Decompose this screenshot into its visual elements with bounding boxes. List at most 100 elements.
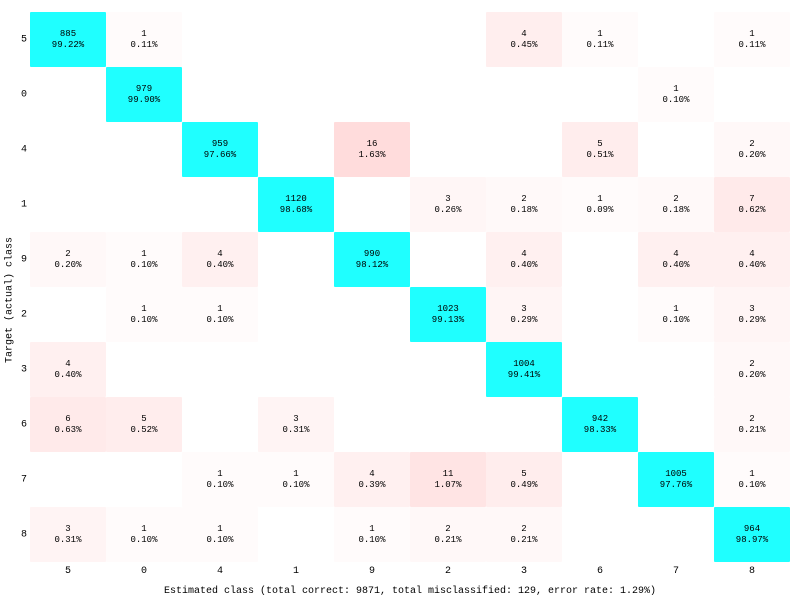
cell-count: 5: [597, 139, 602, 149]
cell-count: 1120: [285, 194, 307, 204]
matrix-cell: [334, 12, 410, 67]
cell-pct: 99.90%: [128, 95, 160, 105]
x-tick: 9: [369, 566, 375, 577]
cell-count: 1: [141, 29, 146, 39]
cell-count: 942: [592, 414, 608, 424]
matrix-cell: [30, 452, 106, 507]
matrix-cell: 40.40%: [714, 232, 790, 287]
matrix-cell: [258, 12, 334, 67]
matrix-cell: [638, 397, 714, 452]
y-axis-label: Target (actual) class: [5, 237, 16, 363]
cell-count: 1: [597, 194, 602, 204]
cell-pct: 99.13%: [432, 315, 464, 325]
cell-count: 990: [364, 249, 380, 259]
cell-count: 1: [749, 29, 754, 39]
matrix-cell: 20.21%: [410, 507, 486, 562]
matrix-cell: 30.29%: [714, 287, 790, 342]
matrix-cell: [258, 232, 334, 287]
cell-count: 2: [521, 194, 526, 204]
cell-pct: 0.21%: [510, 535, 537, 545]
matrix-cell: 20.21%: [714, 397, 790, 452]
cell-pct: 0.09%: [586, 205, 613, 215]
cell-pct: 0.52%: [130, 425, 157, 435]
cell-pct: 0.49%: [510, 480, 537, 490]
x-tick: 3: [521, 566, 527, 577]
matrix-cell: [30, 287, 106, 342]
matrix-cell: [258, 67, 334, 122]
matrix-cell: 10.10%: [182, 452, 258, 507]
y-tick: 8: [15, 529, 27, 540]
matrix-cell: [562, 452, 638, 507]
matrix-cell: 100499.41%: [486, 342, 562, 397]
cell-pct: 0.11%: [586, 40, 613, 50]
matrix-cell: [410, 232, 486, 287]
matrix-cell: [562, 342, 638, 397]
matrix-cell: 20.20%: [30, 232, 106, 287]
matrix-cell: [182, 12, 258, 67]
x-axis-label: Estimated class (total correct: 9871, to…: [30, 586, 790, 597]
cell-count: 2: [65, 249, 70, 259]
matrix-cell: [486, 397, 562, 452]
matrix-cell: 10.10%: [182, 507, 258, 562]
matrix-cell: [562, 287, 638, 342]
matrix-cell: 10.10%: [106, 507, 182, 562]
matrix-cell: [410, 12, 486, 67]
cell-pct: 0.10%: [130, 260, 157, 270]
matrix-cell: [562, 507, 638, 562]
cell-pct: 0.31%: [54, 535, 81, 545]
cell-pct: 97.76%: [660, 480, 692, 490]
matrix-cell: 95997.66%: [182, 122, 258, 177]
matrix-cell: 102399.13%: [410, 287, 486, 342]
matrix-cell: 40.40%: [638, 232, 714, 287]
matrix-cell: 111.07%: [410, 452, 486, 507]
matrix-cell: 10.10%: [714, 452, 790, 507]
cell-count: 4: [673, 249, 678, 259]
cell-count: 4: [521, 249, 526, 259]
matrix-cell: 88599.22%: [30, 12, 106, 67]
cell-pct: 0.40%: [510, 260, 537, 270]
cell-pct: 0.39%: [358, 480, 385, 490]
cell-pct: 0.29%: [510, 315, 537, 325]
cell-pct: 0.20%: [738, 150, 765, 160]
cell-count: 6: [65, 414, 70, 424]
matrix-cell: [334, 177, 410, 232]
matrix-cell: 20.21%: [486, 507, 562, 562]
x-tick: 0: [141, 566, 147, 577]
matrix-cell: [334, 397, 410, 452]
matrix-cell: [182, 177, 258, 232]
cell-count: 1: [141, 524, 146, 534]
cell-count: 3: [749, 304, 754, 314]
matrix-cell: 40.40%: [182, 232, 258, 287]
y-tick: 0: [15, 89, 27, 100]
matrix-cell: 20.20%: [714, 342, 790, 397]
matrix-cell: [258, 287, 334, 342]
matrix-cell: 50.51%: [562, 122, 638, 177]
matrix-cell: [258, 507, 334, 562]
cell-count: 959: [212, 139, 228, 149]
cell-pct: 0.40%: [54, 370, 81, 380]
matrix-cell: 30.26%: [410, 177, 486, 232]
cell-count: 1: [673, 84, 678, 94]
cell-count: 3: [445, 194, 450, 204]
y-tick: 4: [15, 144, 27, 155]
matrix-cell: 40.40%: [30, 342, 106, 397]
cell-pct: 0.20%: [738, 370, 765, 380]
matrix-cell: [30, 177, 106, 232]
cell-count: 5: [141, 414, 146, 424]
matrix-cell: [182, 397, 258, 452]
matrix-cell: [30, 122, 106, 177]
cell-pct: 0.31%: [282, 425, 309, 435]
matrix-cell: [638, 122, 714, 177]
cell-count: 1: [217, 304, 222, 314]
cell-pct: 0.10%: [130, 535, 157, 545]
cell-count: 2: [749, 359, 754, 369]
matrix-cell: 100597.76%: [638, 452, 714, 507]
matrix-cell: 30.31%: [30, 507, 106, 562]
cell-count: 7: [749, 194, 754, 204]
matrix-cell: [334, 287, 410, 342]
matrix-cell: [562, 232, 638, 287]
matrix-cell: [410, 67, 486, 122]
cell-count: 1005: [665, 469, 687, 479]
matrix-cell: [638, 342, 714, 397]
cell-pct: 0.11%: [738, 40, 765, 50]
